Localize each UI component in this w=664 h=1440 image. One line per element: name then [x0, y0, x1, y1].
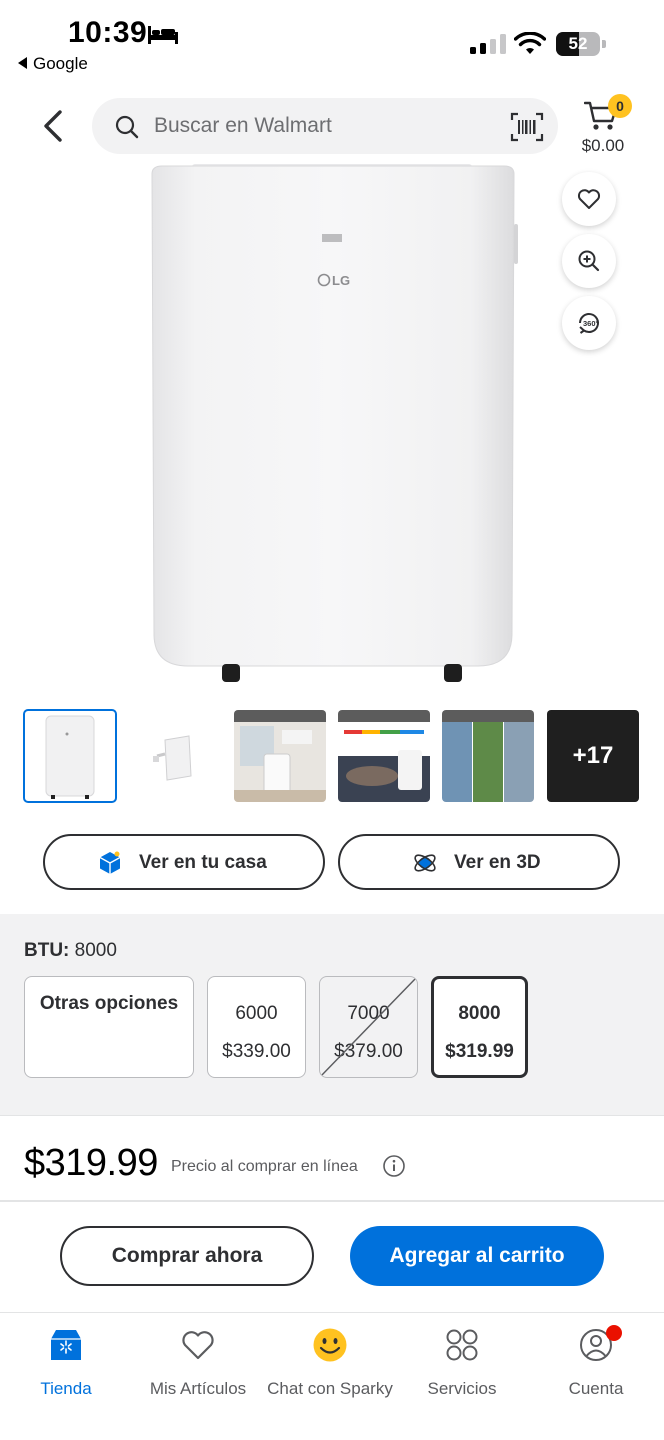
product-image[interactable]: LG: [148, 164, 518, 684]
info-icon[interactable]: [382, 1154, 406, 1178]
bottom-nav: Tienda Mis Artículos Chat con Sparky Ser…: [0, 1312, 664, 1440]
thumbnail-side-view[interactable]: [129, 710, 221, 802]
other-options-card[interactable]: Otras opciones: [24, 976, 194, 1078]
wifi-icon: [514, 32, 546, 54]
nav-label: Tienda: [40, 1379, 92, 1398]
thumbnail-easy-installation[interactable]: [234, 710, 326, 802]
sparky-icon: [313, 1328, 347, 1362]
battery-body: 52: [556, 32, 600, 56]
store-icon: [51, 1330, 81, 1360]
heart-icon: [182, 1331, 214, 1360]
sleep-focus-icon: [148, 26, 178, 44]
back-to-app-link[interactable]: Google: [18, 54, 88, 74]
other-options-label: Otras opciones: [39, 993, 179, 1014]
btu-option-8000[interactable]: 8000 $319.99: [431, 976, 528, 1078]
svg-text:360°: 360°: [583, 319, 599, 328]
back-triangle-icon: [18, 57, 27, 69]
favorite-button[interactable]: [562, 172, 616, 226]
unavailable-strikethrough: [320, 977, 417, 1077]
search-icon: [115, 115, 139, 139]
search-placeholder: Buscar en Walmart: [154, 114, 332, 137]
btu-option-6000[interactable]: 6000 $339.00: [207, 976, 306, 1078]
nav-chat-sparky[interactable]: Chat con Sparky: [264, 1327, 396, 1407]
zoom-in-icon: [578, 250, 600, 272]
barcode-scan-icon[interactable]: [510, 112, 544, 142]
view-360-button[interactable]: 360°: [562, 296, 616, 350]
header: Buscar en Walmart 0 $0.00: [0, 94, 664, 164]
btu-option-value: 6000: [235, 1003, 278, 1024]
battery-cap: [602, 40, 606, 48]
price-note: Precio al comprar en línea: [171, 1158, 358, 1175]
nav-label: Mis Artículos: [149, 1379, 247, 1398]
3d-icon: [414, 854, 436, 872]
btu-option-7000[interactable]: 7000 $379.00: [319, 976, 418, 1078]
thumbnail-image: [129, 710, 221, 802]
product-image-area[interactable]: LG 360°: [0, 164, 664, 694]
add-to-cart-button[interactable]: Agregar al carrito: [350, 1226, 604, 1286]
rotate-360-icon: 360°: [579, 313, 599, 334]
thumbnail-image: [234, 710, 326, 802]
thumbnail-quiet-operation[interactable]: [338, 710, 430, 802]
view-in-3d-button[interactable]: Ver en 3D: [338, 834, 620, 890]
brand-logo: LG: [332, 273, 350, 288]
buy-now-button[interactable]: Comprar ahora: [60, 1226, 314, 1286]
divider: [0, 1200, 664, 1202]
variant-options: BTU: 8000 Otras opciones 6000 $339.00 70…: [0, 914, 664, 1116]
btu-value: 8000: [74, 940, 117, 961]
nav-tienda[interactable]: Tienda: [0, 1327, 132, 1407]
btu-option-value: 8000: [458, 1003, 501, 1024]
back-app-label: Google: [33, 54, 88, 73]
product-price: $319.99: [24, 1142, 158, 1184]
thumbnail-image: [442, 710, 534, 802]
status-time: 10:39: [68, 16, 148, 49]
thumbnail-image: [24, 710, 116, 802]
nav-cuenta[interactable]: Cuenta: [530, 1325, 662, 1407]
cart-count-badge: 0: [608, 94, 632, 118]
view-in-your-home-button[interactable]: Ver en tu casa: [43, 834, 325, 890]
cart-total: $0.00: [581, 136, 625, 155]
thumbnail-image: [338, 710, 430, 802]
nav-mis-articulos[interactable]: Mis Artículos: [132, 1327, 264, 1407]
zoom-button[interactable]: [562, 234, 616, 288]
nav-label: Cuenta: [568, 1379, 624, 1398]
nav-servicios[interactable]: Servicios: [396, 1327, 528, 1407]
heart-icon: [577, 189, 601, 209]
battery-indicator: 52: [556, 32, 606, 56]
services-icon: [446, 1329, 478, 1361]
price-row: $319.99 Precio al comprar en línea: [24, 1142, 644, 1192]
btu-selected-label: BTU: 8000: [24, 940, 117, 962]
cellular-signal-icon: [470, 34, 506, 54]
thumbnail-3-in-1-operation[interactable]: [442, 710, 534, 802]
ar-cube-icon: [99, 851, 121, 874]
view-in-3d-label: Ver en 3D: [454, 852, 541, 873]
image-thumbnails: +17: [23, 709, 644, 804]
back-button[interactable]: [36, 106, 72, 146]
battery-percent: 52: [568, 34, 588, 53]
thumbnail-front-view[interactable]: [23, 709, 117, 803]
chevron-left-icon: [44, 110, 62, 142]
search-input[interactable]: Buscar en Walmart: [92, 98, 558, 154]
btu-option-price: $319.99: [445, 1041, 514, 1062]
notification-dot: [606, 1325, 622, 1341]
status-bar: 10:39 Google 52: [0, 0, 664, 80]
nav-label: Servicios: [427, 1379, 497, 1398]
btu-key: BTU:: [24, 940, 70, 961]
view-in-your-home-label: Ver en tu casa: [139, 852, 267, 873]
cart-button[interactable]: 0 $0.00: [572, 94, 634, 160]
nav-label: Chat con Sparky: [267, 1379, 393, 1398]
btu-option-price: $339.00: [222, 1041, 291, 1062]
thumbnail-more[interactable]: +17: [547, 710, 639, 802]
